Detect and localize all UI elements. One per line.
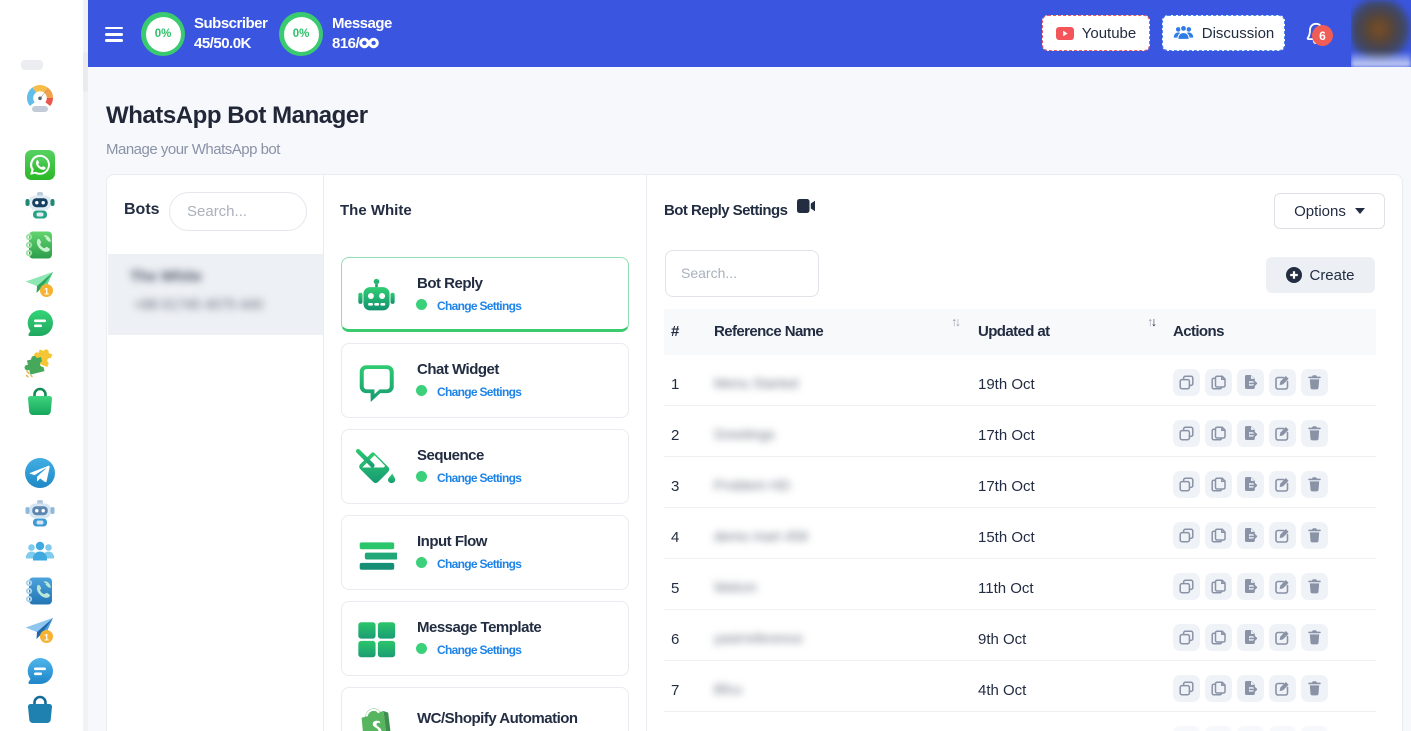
svg-text:1: 1 (44, 633, 49, 643)
svg-text:1: 1 (44, 287, 49, 297)
